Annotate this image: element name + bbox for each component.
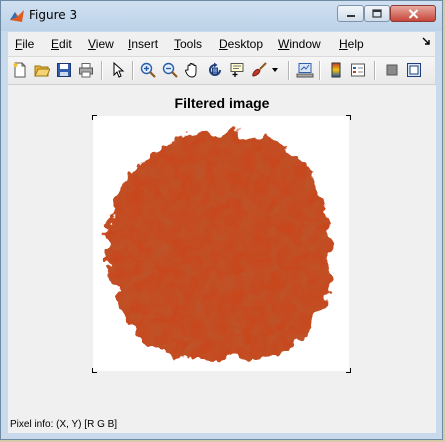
menu-insert[interactable]: Insert: [128, 37, 158, 51]
zoom-out-icon: [162, 62, 178, 78]
insert-legend-button[interactable]: [348, 60, 368, 80]
link-plot-button[interactable]: [295, 60, 315, 80]
zoom-in-button[interactable]: [138, 60, 158, 80]
filtered-image: [107, 132, 331, 361]
brush-dropdown-button[interactable]: [269, 60, 281, 80]
pixel-info-label: Pixel info: (X, Y) [R G B]: [10, 419, 118, 430]
new-figure-icon: [13, 62, 26, 78]
close-icon: [408, 8, 418, 19]
print-icon: [79, 63, 93, 78]
matlab-logo-icon: [10, 10, 24, 22]
toolbar-separator: [132, 61, 134, 80]
menu-help[interactable]: Help: [339, 37, 364, 51]
legend-icon: [351, 63, 365, 77]
open-file-icon: [34, 65, 50, 77]
brush-icon: [252, 62, 267, 77]
figure-canvas: Filtered image Pixel info: (X, Y) [R G B…: [8, 85, 436, 433]
axes-corner: [346, 368, 351, 373]
menu-file[interactable]: File: [15, 37, 34, 51]
figure-window: Figure 3 File Edit View Insert Tools Des…: [0, 0, 443, 440]
dock-figure-icon[interactable]: [422, 37, 431, 46]
menu-edit[interactable]: Edit: [51, 37, 72, 51]
edit-plot-button[interactable]: [108, 60, 128, 80]
toolbar-separator: [319, 61, 321, 80]
window-title: Figure 3: [29, 8, 78, 22]
menu-desktop[interactable]: Desktop: [219, 37, 263, 51]
pan-button[interactable]: [182, 60, 202, 80]
insert-colorbar-button[interactable]: [326, 60, 346, 80]
axes-corner: [92, 368, 97, 373]
edit-plot-icon: [113, 62, 125, 78]
title-bar[interactable]: Figure 3: [1, 1, 442, 31]
hide-plot-tools-icon: [386, 64, 398, 76]
print-button[interactable]: [76, 60, 96, 80]
open-file-button[interactable]: [32, 60, 52, 80]
save-icon: [57, 63, 71, 77]
zoom-in-icon: [140, 62, 156, 78]
pigment-blob-texture: [107, 132, 331, 361]
chevron-down-icon: [272, 68, 278, 72]
data-cursor-button[interactable]: [227, 60, 247, 80]
rotate-3d-icon: [209, 62, 221, 76]
save-button[interactable]: [54, 60, 74, 80]
figure-toolbar: [8, 57, 435, 85]
image-axes[interactable]: [93, 116, 349, 371]
pan-icon: [185, 63, 197, 78]
rotate-3d-button[interactable]: [205, 60, 225, 80]
close-button[interactable]: [390, 5, 436, 22]
menu-bar: File Edit View Insert Tools Desktop Wind…: [8, 32, 435, 57]
zoom-out-button[interactable]: [160, 60, 180, 80]
menu-window[interactable]: Window: [278, 37, 321, 51]
axes-corner: [346, 115, 351, 120]
new-figure-button[interactable]: [10, 60, 30, 80]
maximize-icon: [372, 9, 382, 18]
show-plot-tools-button[interactable]: [404, 60, 424, 80]
link-plot-icon: [296, 63, 314, 78]
figure-title: Filtered image: [174, 95, 270, 111]
menu-view[interactable]: View: [88, 37, 114, 51]
minimize-icon: [346, 14, 355, 17]
hide-plot-tools-button[interactable]: [382, 60, 402, 80]
toolbar-separator: [374, 61, 376, 80]
data-cursor-icon: [230, 63, 244, 77]
toolbar-separator: [101, 61, 103, 80]
colorbar-icon: [331, 62, 341, 78]
brush-button[interactable]: [249, 60, 269, 80]
maximize-button[interactable]: [364, 5, 390, 22]
toolbar-separator: [288, 61, 290, 80]
show-plot-tools-icon: [407, 63, 421, 77]
minimize-button[interactable]: [337, 5, 364, 22]
axes-corner: [92, 115, 97, 120]
menu-tools[interactable]: Tools: [174, 37, 202, 51]
